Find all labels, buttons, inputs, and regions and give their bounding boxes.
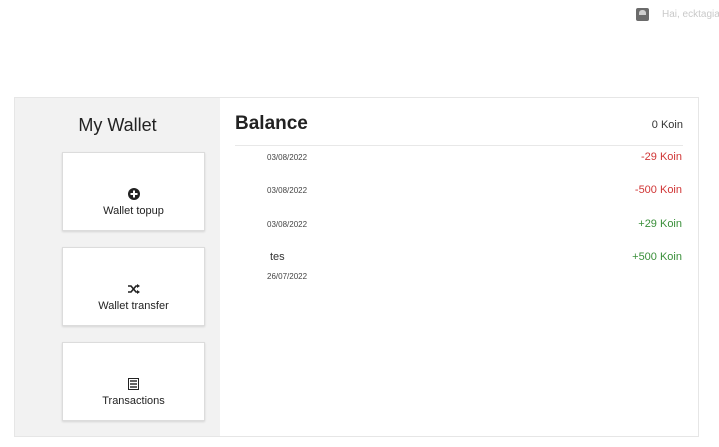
wallet-panel: My Wallet Wallet topup Wallet transfer T… xyxy=(14,97,699,437)
transaction-amount: -500 Koin xyxy=(634,184,682,196)
divider xyxy=(235,145,683,146)
balance-section: Balance 0 Koin 03/08/2022 -29 Koin 03/08… xyxy=(220,98,698,436)
user-avatar-icon[interactable] xyxy=(636,8,649,21)
list-icon xyxy=(63,378,204,392)
wallet-topup-button[interactable]: Wallet topup xyxy=(62,152,205,231)
transaction-note: tes xyxy=(270,251,285,263)
sidebar-title: My Wallet xyxy=(78,115,157,135)
user-greeting[interactable]: Hai, ecktagia xyxy=(662,9,719,20)
transactions-label: Transactions xyxy=(102,395,165,407)
plus-circle-icon xyxy=(63,188,204,202)
transaction-date: 26/07/2022 xyxy=(267,272,308,281)
transaction-date: 03/08/2022 xyxy=(267,186,308,195)
wallet-topup-label: Wallet topup xyxy=(103,205,164,217)
shuffle-icon xyxy=(63,283,204,296)
balance-amount: 0 Koin xyxy=(651,119,683,131)
transaction-amount: +29 Koin xyxy=(638,218,682,230)
top-bar: Hai, ecktagia xyxy=(0,0,719,30)
wallet-transfer-label: Wallet transfer xyxy=(98,300,169,312)
transaction-amount: +500 Koin xyxy=(632,251,682,263)
wallet-transfer-button[interactable]: Wallet transfer xyxy=(62,247,205,326)
transactions-button[interactable]: Transactions xyxy=(62,342,205,421)
transaction-date: 03/08/2022 xyxy=(267,220,308,229)
transaction-date: 03/08/2022 xyxy=(267,153,308,162)
transaction-amount: -29 Koin xyxy=(641,151,682,163)
page-title: Balance xyxy=(235,113,308,134)
wallet-sidebar: My Wallet Wallet topup Wallet transfer T… xyxy=(15,98,220,436)
